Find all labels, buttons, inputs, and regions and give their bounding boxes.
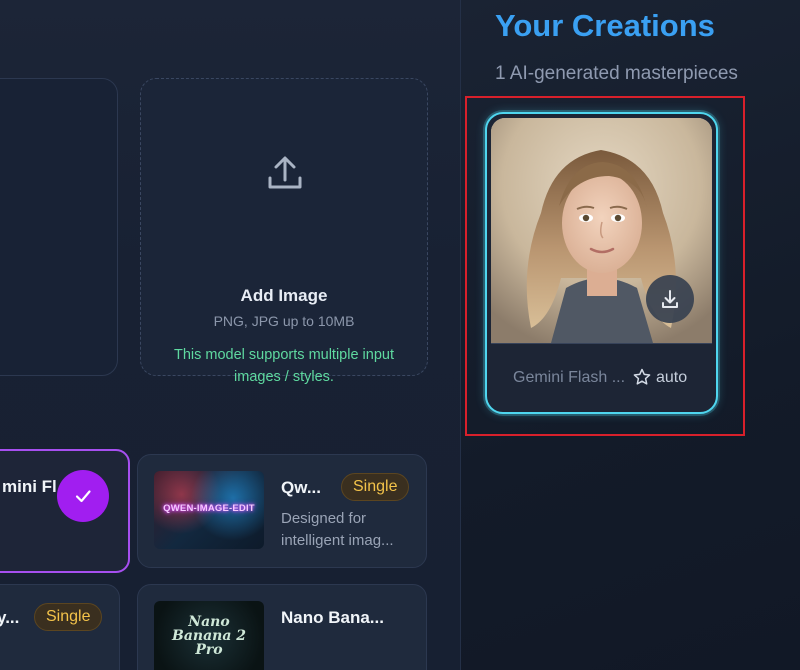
selected-check-icon [57, 470, 109, 522]
model-name: mini Fl [2, 477, 57, 496]
model-name: y... [0, 608, 20, 627]
model-thumbnail: QWEN-IMAGE-EDIT [154, 471, 264, 549]
selection-highlight [465, 96, 745, 436]
model-description: intelligent imag... [281, 532, 394, 549]
single-badge: Single [341, 473, 410, 501]
thumbnail-text: QWEN-IMAGE-EDIT [163, 503, 255, 514]
image-slot[interactable] [0, 78, 118, 376]
model-panel: Add Image PNG, JPG up to 10MB This model… [0, 0, 460, 670]
thumbnail-text: Nano [188, 614, 230, 630]
model-card[interactable]: y... Single [0, 584, 120, 670]
multi-input-note: This model supports multiple input image… [173, 347, 395, 385]
thumbnail-text: Banana 2 [171, 628, 247, 644]
add-image-dropzone[interactable]: Add Image PNG, JPG up to 10MB This model… [140, 78, 428, 385]
single-badge: Single [34, 603, 103, 631]
thumbnail-text: Pro [195, 642, 223, 658]
model-name: Nano Bana... [281, 608, 384, 627]
model-card-qwen[interactable]: QWEN-IMAGE-EDIT Qw... Single Designed fo… [137, 454, 427, 568]
creations-count: 1 AI-generated masterpieces [495, 63, 738, 84]
add-image-title: Add Image [240, 286, 328, 305]
add-image-subtitle: PNG, JPG up to 10MB [213, 313, 355, 329]
model-thumbnail: Nano Banana 2 Pro [154, 601, 264, 670]
upload-icon [268, 156, 302, 189]
model-name: Qw... [281, 478, 321, 497]
creations-title: Your Creations [495, 8, 715, 43]
model-card-nano-banana[interactable]: Nano Banana 2 Pro Nano Bana... [137, 584, 427, 670]
model-description: Designed for [281, 510, 367, 527]
